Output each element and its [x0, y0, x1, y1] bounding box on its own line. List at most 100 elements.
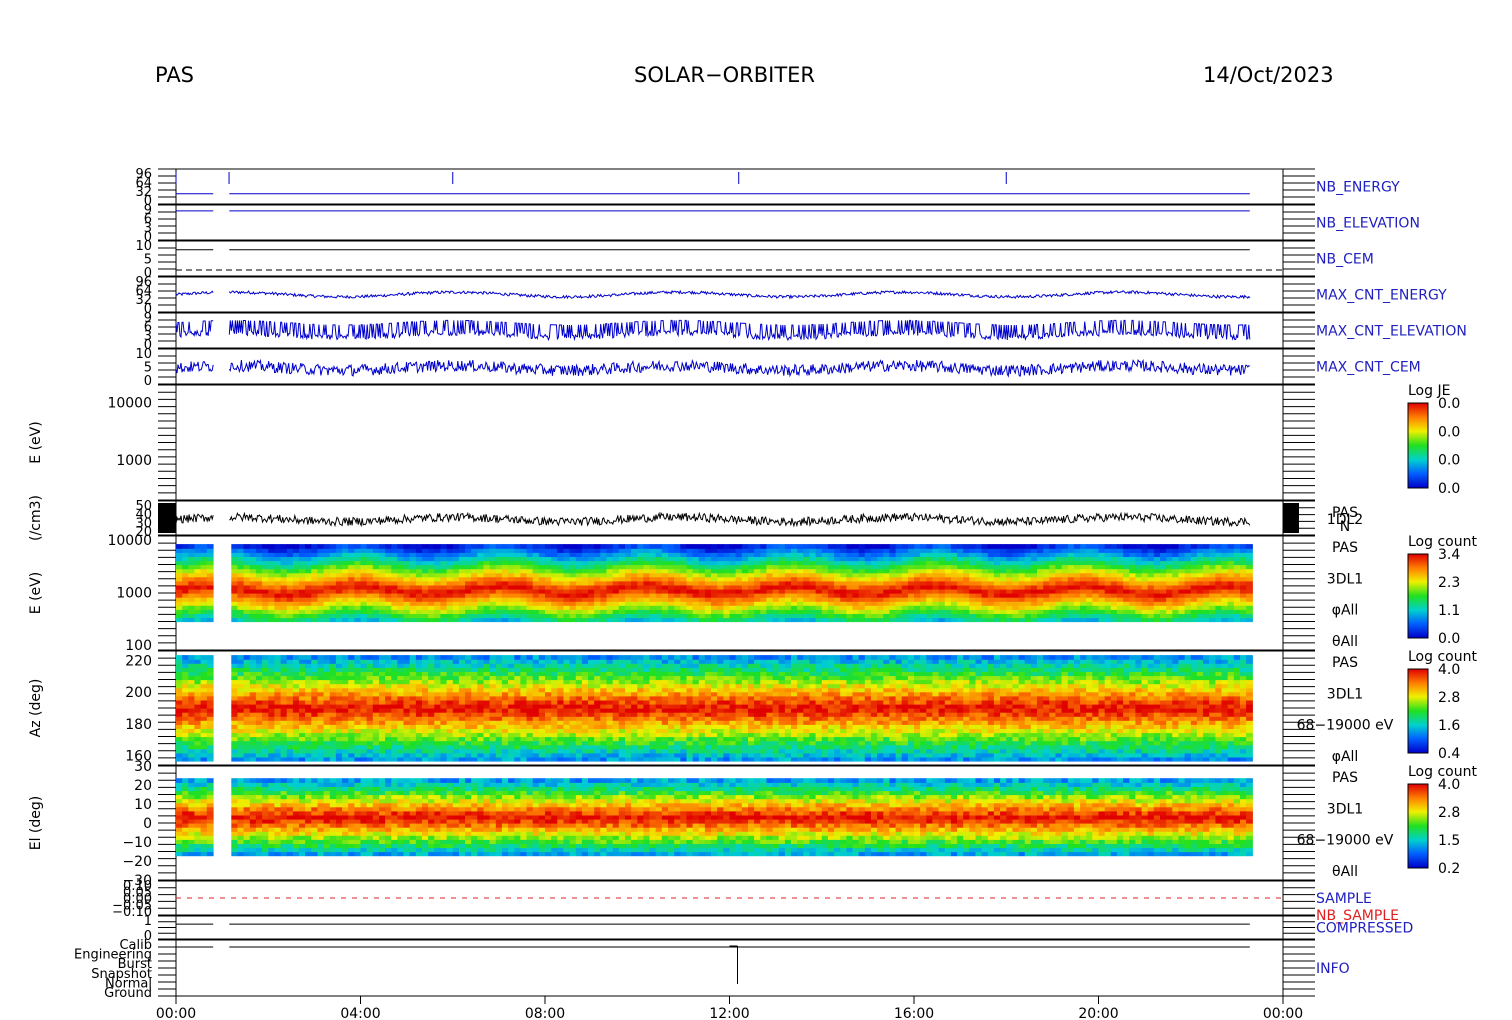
spectrogram-cell [471, 740, 478, 746]
spectrogram-cell [188, 732, 195, 738]
spectrogram-cell [299, 703, 306, 709]
spectrogram-cell [465, 744, 472, 750]
spectrogram-cell [545, 613, 552, 619]
spectrogram-cell [342, 708, 349, 713]
spectrogram-cell [1024, 548, 1032, 553]
spectrogram-cell [526, 663, 534, 668]
spectrogram-cell [631, 556, 638, 562]
spectrogram-cell [188, 695, 195, 701]
spectrogram-cell [366, 588, 374, 594]
spectrogram-cell [864, 613, 872, 619]
spectrogram-cell [1184, 593, 1192, 598]
spectrogram-cell [1055, 556, 1063, 562]
spectrogram-cell [335, 617, 343, 623]
spectrogram-cell [1049, 552, 1056, 557]
spectrogram-cell [963, 564, 970, 570]
spectrogram-cell [299, 597, 306, 602]
spectrogram-cell [1049, 601, 1056, 606]
spectrogram-cell [907, 584, 915, 590]
spectrogram-cell [243, 576, 251, 582]
spectrogram-cell [1203, 613, 1210, 619]
spectrogram-cell [538, 568, 546, 574]
spectrogram-cell [1166, 556, 1173, 562]
spectrogram-cell [526, 605, 534, 610]
spectrogram-cell [354, 560, 362, 566]
spectrogram-cell [422, 671, 429, 677]
spectrogram-cell [385, 659, 392, 664]
spectrogram-cell [969, 584, 977, 590]
spectrogram-cell [551, 580, 558, 586]
spectrogram-cell [342, 588, 349, 594]
spectrogram-cell [637, 576, 645, 582]
spectrogram-cell [1147, 576, 1155, 582]
spectrogram-cell [194, 655, 202, 660]
spectrogram-cell [403, 748, 411, 754]
spectrogram-cell [477, 691, 485, 697]
spectrogram-cell [1110, 568, 1118, 574]
spectrogram-cell [1233, 597, 1241, 602]
spectrogram-cell [243, 613, 251, 619]
spectrogram-cell [938, 552, 946, 557]
spectrogram-cell [249, 756, 257, 762]
spectrogram-cell [182, 593, 189, 598]
spectrogram-cell [305, 695, 312, 701]
spectrogram-cell [372, 695, 380, 701]
spectrogram-cell [323, 548, 331, 553]
spectrogram-cell [501, 691, 509, 697]
spectrogram-cell [563, 548, 571, 553]
spectrogram-cell [1227, 568, 1235, 574]
spectrogram-cell [1110, 556, 1118, 562]
spectrogram-cell [508, 564, 515, 570]
spectrogram-cell [501, 588, 509, 594]
spectrogram-cell [200, 732, 208, 738]
spectrogram-cell [434, 671, 441, 677]
spectrogram-cell [176, 736, 183, 742]
spectrogram-cell [206, 716, 214, 721]
spectrogram-cell [335, 601, 343, 606]
spectrogram-cell [563, 564, 571, 570]
spectrogram-cell [305, 748, 312, 754]
spectrogram-cell [299, 580, 306, 586]
spectrogram-cell [766, 588, 774, 594]
spectrogram-cell [1030, 552, 1038, 557]
spectrogram-cell [428, 708, 435, 713]
panel-nb_energy: 9664320NB_ENERGY [135, 167, 1400, 209]
spectrogram-cell [834, 588, 841, 594]
spectrogram-cell [372, 712, 380, 717]
spectrogram-cell [483, 728, 491, 734]
spectrogram-cell [231, 556, 239, 562]
spectrogram-cell [723, 588, 731, 594]
spectrogram-cell [489, 691, 497, 697]
spectrogram-cell [957, 588, 964, 594]
spectrogram-cell [422, 691, 429, 697]
spectrogram-cell [692, 584, 700, 590]
spectrogram-cell [588, 564, 595, 570]
spectrogram-cell [237, 659, 245, 664]
spectrogram-cell [409, 728, 417, 734]
spectrogram-cell [237, 671, 245, 677]
spectrogram-cell [698, 588, 706, 594]
spectrogram-cell [206, 548, 214, 553]
spectrogram-cell [680, 593, 688, 598]
spectrogram-cell [668, 617, 675, 623]
spectrogram-cell [360, 613, 368, 619]
spectrogram-cell [1037, 601, 1044, 606]
spectrogram-cell [428, 544, 435, 549]
spectrogram-cell [975, 584, 983, 590]
spectrogram-cell [1061, 544, 1069, 549]
spectrogram-cell [495, 663, 503, 668]
spectrogram-cell [342, 613, 349, 619]
spectrogram-cell [299, 613, 306, 619]
spectrogram-cell [575, 609, 583, 614]
spectrogram-cell [255, 720, 263, 725]
spectrogram-cell [1104, 609, 1112, 614]
spectrogram-cell [477, 708, 485, 713]
spectrogram-cell [950, 576, 958, 582]
spectrogram-cell [348, 601, 355, 606]
spectrogram-cell [612, 568, 620, 574]
spectrogram-cell [827, 617, 835, 623]
spectrogram-cell [366, 679, 374, 685]
spectrogram-cell [1055, 552, 1063, 557]
spectrogram-cell [1104, 597, 1112, 602]
spectrogram-cell [440, 663, 448, 668]
